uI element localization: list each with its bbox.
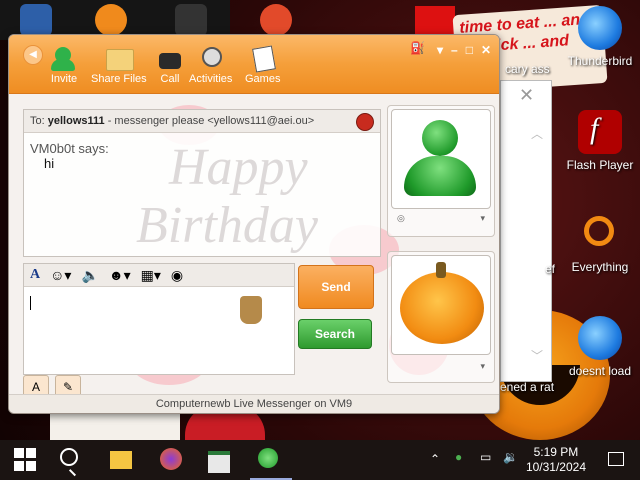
search-icon[interactable] [60, 448, 84, 477]
user-picture[interactable] [391, 255, 491, 355]
app-window-icon[interactable] [208, 448, 232, 473]
desktop-icon-label: Everything [571, 260, 629, 274]
contact-detail: - messenger please <yellows111@aei.ou> [107, 115, 315, 127]
chevron-down-icon[interactable]: ▾ [480, 213, 485, 224]
desktop-icon-label: Flash Player [566, 158, 634, 172]
close-icon[interactable]: ✕ [481, 43, 491, 57]
compose-area: A ☺▾ 🔈 ☻▾ ▦▾ ◉ [23, 263, 295, 375]
clock-time: 5:19 PM [533, 445, 579, 459]
webcam-icon[interactable]: ◎ [397, 213, 405, 224]
back-arrow-icon[interactable]: ◀ [23, 45, 43, 65]
contact-name: yellows111 [47, 115, 105, 127]
invite-icon [49, 45, 79, 71]
desktop-icon-doesnt-load[interactable]: doesnt load [560, 316, 640, 378]
desktop-icon-label: doesnt load [568, 364, 632, 378]
minimize-icon[interactable]: – [451, 43, 458, 57]
to-bar: To: yellows111 - messenger please <yello… [24, 110, 380, 133]
toolbar-share-files[interactable]: Share Files [91, 45, 147, 85]
maximize-icon[interactable]: □ [466, 43, 473, 57]
toolbar-call[interactable]: Call [155, 45, 185, 85]
games-icon [248, 45, 278, 73]
pumpkin-picture [400, 272, 484, 344]
window-controls: ▾ – □ ✕ [437, 43, 491, 57]
desktop-icon-label: Thunderbird [567, 54, 633, 68]
block-icon[interactable] [356, 113, 374, 131]
toolbar-label: Call [160, 73, 180, 85]
desktop-icon-everything[interactable]: Everything [560, 212, 640, 274]
chevron-down-icon[interactable]: ﹀ [531, 347, 543, 364]
toolbar-label: Activities [189, 73, 233, 85]
toolbar-activities[interactable]: Activities [189, 45, 232, 85]
desktop-icon-thunderbird[interactable]: Thunderbird [560, 6, 640, 68]
speaker-icon[interactable]: 🔉 [503, 450, 518, 464]
desktop-icon-label-partial: cary ass [505, 62, 550, 76]
phone-icon [155, 45, 185, 71]
notification-icon[interactable] [608, 452, 624, 466]
font-button[interactable]: A [30, 267, 40, 283]
messenger-taskbar-icon[interactable] [258, 448, 282, 472]
watermark-text: Happy [169, 139, 308, 196]
watermark-text: Birthday [136, 197, 318, 254]
partial-desktop-icon[interactable] [175, 4, 207, 36]
dropdown-icon[interactable]: ▾ [437, 43, 443, 57]
wink-animation-icon [240, 296, 262, 324]
messenger-window: ◀ Invite Share Files Call Activities Gam… [8, 34, 500, 414]
chevron-up-icon[interactable]: ︿ [531, 125, 543, 142]
messenger-toolbar: ◀ Invite Share Files Call Activities Gam… [9, 35, 499, 94]
user-picture-footer: ▾ [389, 361, 489, 375]
flash-icon: f [578, 110, 622, 154]
clock[interactable]: 5:19 PM 10/31/2024 [526, 445, 586, 475]
folder-icon [104, 45, 134, 71]
wink-icon[interactable]: ☻▾ [109, 267, 131, 284]
contact-picture[interactable] [391, 109, 491, 209]
messenger-tray-icon[interactable]: ● [455, 450, 462, 464]
to-label: To: [30, 115, 45, 127]
toolbar-label: Games [245, 73, 281, 85]
activities-icon [196, 45, 226, 71]
chevron-down-icon[interactable]: ▾ [480, 361, 485, 372]
background-window: ✕ ︿ ﹀ [500, 80, 552, 382]
firefox-icon[interactable] [95, 4, 127, 36]
nudge-icon[interactable]: ◉ [171, 267, 183, 284]
start-button[interactable] [14, 448, 38, 472]
buddy-icon [422, 120, 458, 156]
close-icon[interactable]: ✕ [519, 85, 534, 106]
search-button[interactable]: Search [298, 319, 372, 349]
desktop-icon-label-partial: ef [545, 262, 556, 276]
status-bar: Computernewb Live Messenger on VM9 [9, 394, 499, 413]
voice-clip-icon[interactable]: 🔈 [81, 267, 98, 284]
conversation-panel: To: yellows111 - messenger please <yello… [23, 109, 381, 257]
paint-bucket-icon[interactable]: ⛽ [410, 41, 425, 55]
thunderbird-icon [578, 6, 622, 50]
partial-desktop-icon[interactable] [20, 4, 52, 36]
thunderbird-icon [578, 316, 622, 360]
desktop-icon-label-partial: ened a rat [500, 380, 555, 394]
background-icon[interactable]: ▦▾ [141, 267, 161, 284]
toolbar-label: Share Files [91, 73, 147, 85]
toolbar-games[interactable]: Games [245, 45, 280, 85]
toolbar-invite[interactable]: Invite [49, 45, 79, 85]
firefox-icon[interactable] [160, 448, 184, 472]
contact-picture-footer: ◎ ▾ [389, 213, 489, 227]
partial-desktop-icon[interactable] [260, 4, 292, 36]
network-icon[interactable]: ▭ [480, 450, 491, 464]
message-input[interactable] [26, 288, 230, 372]
format-toolbar: A ☺▾ 🔈 ☻▾ ▦▾ ◉ [24, 264, 294, 287]
send-button[interactable]: Send [298, 265, 374, 309]
chevron-up-icon[interactable]: ⌃ [430, 452, 440, 466]
toolbar-label: Invite [50, 73, 78, 85]
taskbar: ⌃ ● ▭ 🔉 5:19 PM 10/31/2024 [0, 440, 640, 480]
emoticon-icon[interactable]: ☺▾ [50, 267, 71, 284]
clock-date: 10/31/2024 [525, 460, 586, 474]
search-ring-icon [578, 212, 622, 256]
desktop-icon-flash-player[interactable]: f Flash Player [560, 110, 640, 172]
file-explorer-icon[interactable] [110, 448, 134, 472]
